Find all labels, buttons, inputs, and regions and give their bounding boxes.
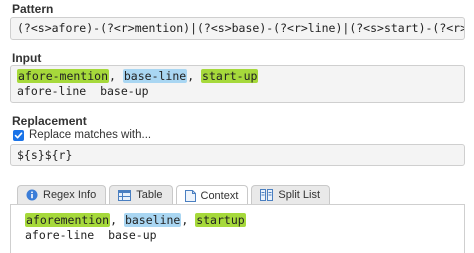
replaced-highlight: baseline	[123, 213, 182, 227]
separator-text: ,	[109, 69, 123, 83]
tab-table[interactable]: Table	[109, 185, 173, 204]
match-highlight: afore-mention	[17, 69, 110, 83]
replace-checkbox-label: Replace matches with...	[29, 129, 152, 141]
replace-toggle-row[interactable]: Replace matches with...	[13, 128, 151, 142]
tab-label: Table	[136, 189, 163, 201]
checkmark-icon	[14, 131, 23, 138]
context-result-panel: aforemention, baseline, startup afore-li…	[10, 204, 465, 253]
result-line-2: afore-line base-up	[25, 228, 157, 242]
input-label: Input	[12, 51, 42, 65]
match-highlight: start-up	[201, 69, 259, 83]
info-icon	[26, 189, 38, 201]
pattern-label: Pattern	[12, 2, 54, 16]
tab-context[interactable]: Context	[175, 185, 249, 206]
replacement-input[interactable]: ${s}${r}	[10, 144, 465, 166]
split-list-icon	[260, 189, 274, 201]
pattern-text: (?<s>afore)-(?<r>mention)|(?<s>base)-(?<…	[17, 21, 465, 35]
tab-regex-info[interactable]: Regex Info	[17, 185, 107, 204]
result-tabs: Regex Info Table Context Split List	[17, 185, 330, 206]
replacement-label: Replacement	[12, 114, 87, 128]
regex-tester: Pattern (?<s>afore)-(?<r>mention)|(?<s>b…	[0, 0, 474, 253]
separator-text: ,	[181, 213, 196, 227]
replaced-highlight: startup	[195, 213, 246, 227]
replace-checkbox[interactable]	[13, 129, 24, 141]
tab-label: Context	[200, 190, 239, 202]
table-icon	[118, 189, 132, 201]
replacement-text: ${s}${r}	[17, 148, 73, 162]
separator-text: ,	[110, 213, 124, 227]
pattern-input[interactable]: (?<s>afore)-(?<r>mention)|(?<s>base)-(?<…	[10, 17, 465, 40]
input-textarea[interactable]: afore-mention, base-line, start-up afore…	[10, 65, 465, 103]
input-line-2: afore-line base-up	[17, 84, 149, 98]
match-highlight: base-line	[122, 69, 188, 83]
replaced-highlight: aforemention	[25, 213, 111, 227]
tab-split-list[interactable]: Split List	[251, 185, 330, 204]
tab-label: Split List	[278, 189, 320, 201]
document-icon	[184, 190, 196, 202]
separator-text: ,	[187, 69, 202, 83]
tab-label: Regex Info	[43, 189, 97, 201]
